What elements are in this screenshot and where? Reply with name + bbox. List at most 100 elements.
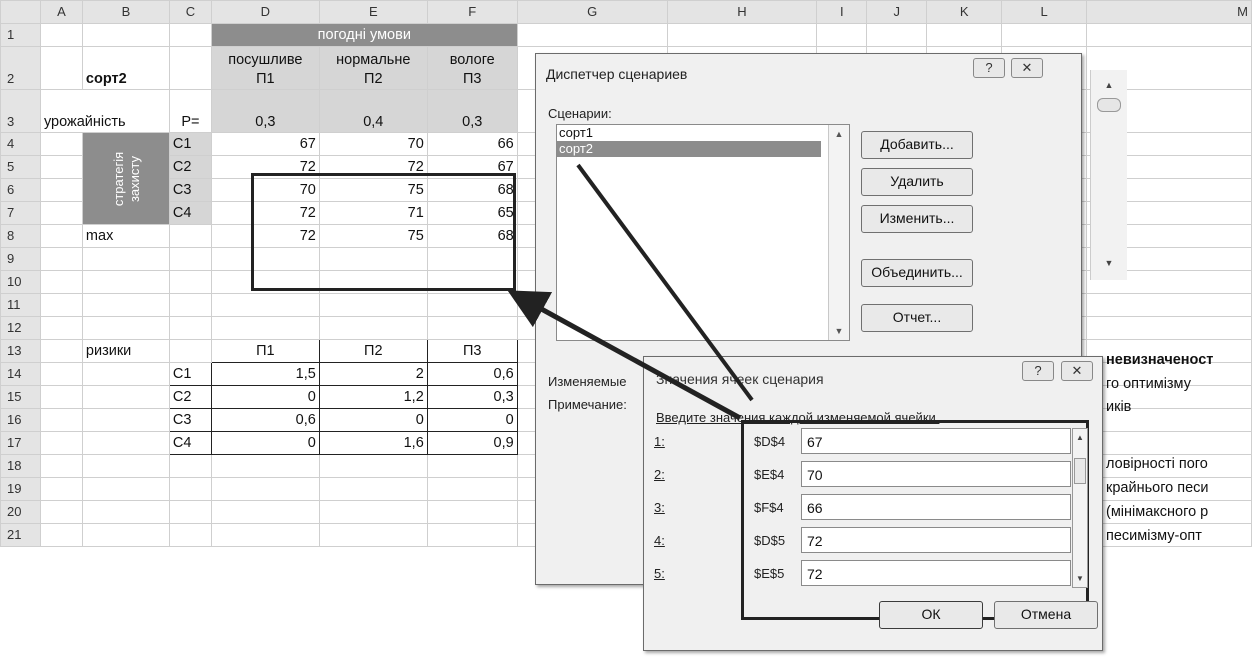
cell-f3[interactable]: 0,3 — [426, 89, 518, 133]
cell-d15[interactable]: 0 — [210, 385, 320, 409]
cell-e4[interactable]: 70 — [318, 132, 428, 156]
close-button[interactable]: ✕ — [1011, 58, 1043, 78]
select-all-corner[interactable] — [0, 0, 41, 24]
scroll-down-icon[interactable]: ▼ — [829, 326, 849, 336]
column-header[interactable]: D — [210, 0, 320, 24]
cell-d16[interactable]: 0,6 — [210, 408, 320, 432]
column-header[interactable]: K — [926, 0, 1003, 24]
column-header[interactable]: A — [39, 0, 83, 24]
help-button[interactable]: ? — [973, 58, 1005, 78]
scroll-thumb[interactable] — [1074, 458, 1086, 484]
row-header[interactable]: 2 — [0, 46, 41, 90]
cell-d4[interactable]: 67 — [210, 132, 320, 156]
column-header[interactable]: I — [816, 0, 868, 24]
scroll-up-icon[interactable]: ▲ — [829, 129, 849, 139]
row-header[interactable]: 8 — [0, 224, 41, 248]
cell-f4[interactable]: 66 — [426, 132, 518, 156]
scroll-thumb[interactable] — [1097, 98, 1121, 112]
row-header[interactable]: 4 — [0, 132, 41, 156]
row-header[interactable]: 12 — [0, 316, 41, 340]
row-header[interactable]: 19 — [0, 477, 41, 501]
cell-e3[interactable]: 0,4 — [318, 89, 428, 133]
cell-d2[interactable]: посушливе П1 — [210, 46, 320, 90]
scenario-value-input[interactable]: 72 — [801, 560, 1071, 586]
cell-f16[interactable]: 0 — [426, 408, 518, 432]
column-header[interactable]: C — [168, 0, 212, 24]
scenario-value-input[interactable]: 70 — [801, 461, 1071, 487]
row-header[interactable]: 11 — [0, 293, 41, 317]
column-header[interactable]: B — [81, 0, 170, 24]
cell-l10[interactable]: невизначеност — [1106, 352, 1213, 368]
column-header[interactable]: M — [1086, 0, 1252, 24]
row-header[interactable]: 6 — [0, 178, 41, 202]
cancel-button[interactable]: Отмена — [994, 601, 1098, 629]
cell-c17[interactable]: С4 — [168, 431, 212, 455]
cell-c4[interactable]: С1 — [168, 132, 212, 156]
scenario-values-dialog[interactable]: Значения ячеек сценария ? ✕ Введите знач… — [643, 356, 1103, 651]
ok-button[interactable]: ОК — [879, 601, 983, 629]
cell-b8[interactable]: max — [81, 224, 170, 248]
cell-d13[interactable]: П1 — [210, 339, 320, 363]
cell-f2[interactable]: вологе П3 — [426, 46, 518, 90]
column-header[interactable]: H — [666, 0, 818, 24]
cell-l16[interactable]: (мінімаксного р — [1106, 504, 1208, 520]
report-button[interactable]: Отчет... — [861, 304, 973, 332]
column-header[interactable]: L — [1001, 0, 1088, 24]
cell-d3[interactable]: 0,3 — [210, 89, 320, 133]
row-header[interactable]: 5 — [0, 155, 41, 179]
row-header[interactable]: 16 — [0, 408, 41, 432]
row-header[interactable]: 21 — [0, 523, 41, 547]
column-header[interactable]: E — [318, 0, 428, 24]
cell-l14[interactable]: ловірності пого — [1106, 456, 1208, 472]
cell-l15[interactable]: крайнього песи — [1106, 480, 1209, 496]
cell-b13[interactable]: ризики — [81, 339, 170, 363]
row-header[interactable]: 9 — [0, 247, 41, 271]
cell-l17[interactable]: песимізму-опт — [1106, 528, 1202, 544]
row-header[interactable]: 20 — [0, 500, 41, 524]
scenario-value-input[interactable]: 67 — [801, 428, 1071, 454]
scenarios-scrollbar[interactable]: ▲ ▼ — [828, 125, 849, 340]
cell-c14[interactable]: С1 — [168, 362, 212, 386]
column-header[interactable]: G — [516, 0, 668, 24]
row-header[interactable]: 18 — [0, 454, 41, 478]
scenario-item-selected[interactable]: сорт2 — [557, 141, 821, 157]
cell-e13[interactable]: П2 — [318, 339, 428, 363]
cell-l12[interactable]: иків — [1106, 399, 1131, 415]
cell-c3[interactable]: P= — [168, 89, 212, 133]
cell-f14[interactable]: 0,6 — [426, 362, 518, 386]
row-header[interactable]: 15 — [0, 385, 41, 409]
row-header[interactable]: 7 — [0, 201, 41, 225]
cell-f13[interactable]: П3 — [426, 339, 518, 363]
scroll-up-icon[interactable]: ▲ — [1091, 80, 1127, 90]
help-button[interactable]: ? — [1022, 361, 1054, 381]
cell-e14[interactable]: 2 — [318, 362, 428, 386]
cell-b2[interactable]: сорт2 — [81, 46, 170, 90]
scenario-value-input[interactable]: 72 — [801, 527, 1071, 553]
scenarios-listbox[interactable]: сорт1 сорт2 ▲ ▼ — [556, 124, 850, 341]
cell-a3[interactable]: урожайність — [39, 89, 170, 133]
row-header[interactable]: 10 — [0, 270, 41, 294]
cell-e16[interactable]: 0 — [318, 408, 428, 432]
scenario-item[interactable]: сорт1 — [557, 125, 821, 141]
cell-c7[interactable]: С4 — [168, 201, 212, 225]
scenario-value-input[interactable]: 66 — [801, 494, 1071, 520]
cell-c16[interactable]: С3 — [168, 408, 212, 432]
scroll-down-icon[interactable]: ▼ — [1091, 258, 1127, 268]
cell-c5[interactable]: С2 — [168, 155, 212, 179]
cell-d17[interactable]: 0 — [210, 431, 320, 455]
delete-scenario-button[interactable]: Удалить — [861, 168, 973, 196]
scroll-up-icon[interactable]: ▲ — [1073, 433, 1087, 442]
row-header[interactable]: 1 — [0, 23, 41, 47]
add-scenario-button[interactable]: Добавить... — [861, 131, 973, 159]
weather-header-cell[interactable]: погодні умови — [210, 23, 518, 47]
row-header[interactable]: 3 — [0, 89, 41, 133]
sheet-vertical-scrollbar[interactable]: ▲ ▼ — [1090, 70, 1127, 280]
cell-e15[interactable]: 1,2 — [318, 385, 428, 409]
cell-f17[interactable]: 0,9 — [426, 431, 518, 455]
row-header[interactable]: 14 — [0, 362, 41, 386]
row-header[interactable]: 13 — [0, 339, 41, 363]
cell-d14[interactable]: 1,5 — [210, 362, 320, 386]
cell-e2[interactable]: нормальне П2 — [318, 46, 428, 90]
cell-l11[interactable]: го оптимізму — [1106, 376, 1191, 392]
strategy-cell[interactable]: стратегія захисту — [81, 132, 170, 225]
